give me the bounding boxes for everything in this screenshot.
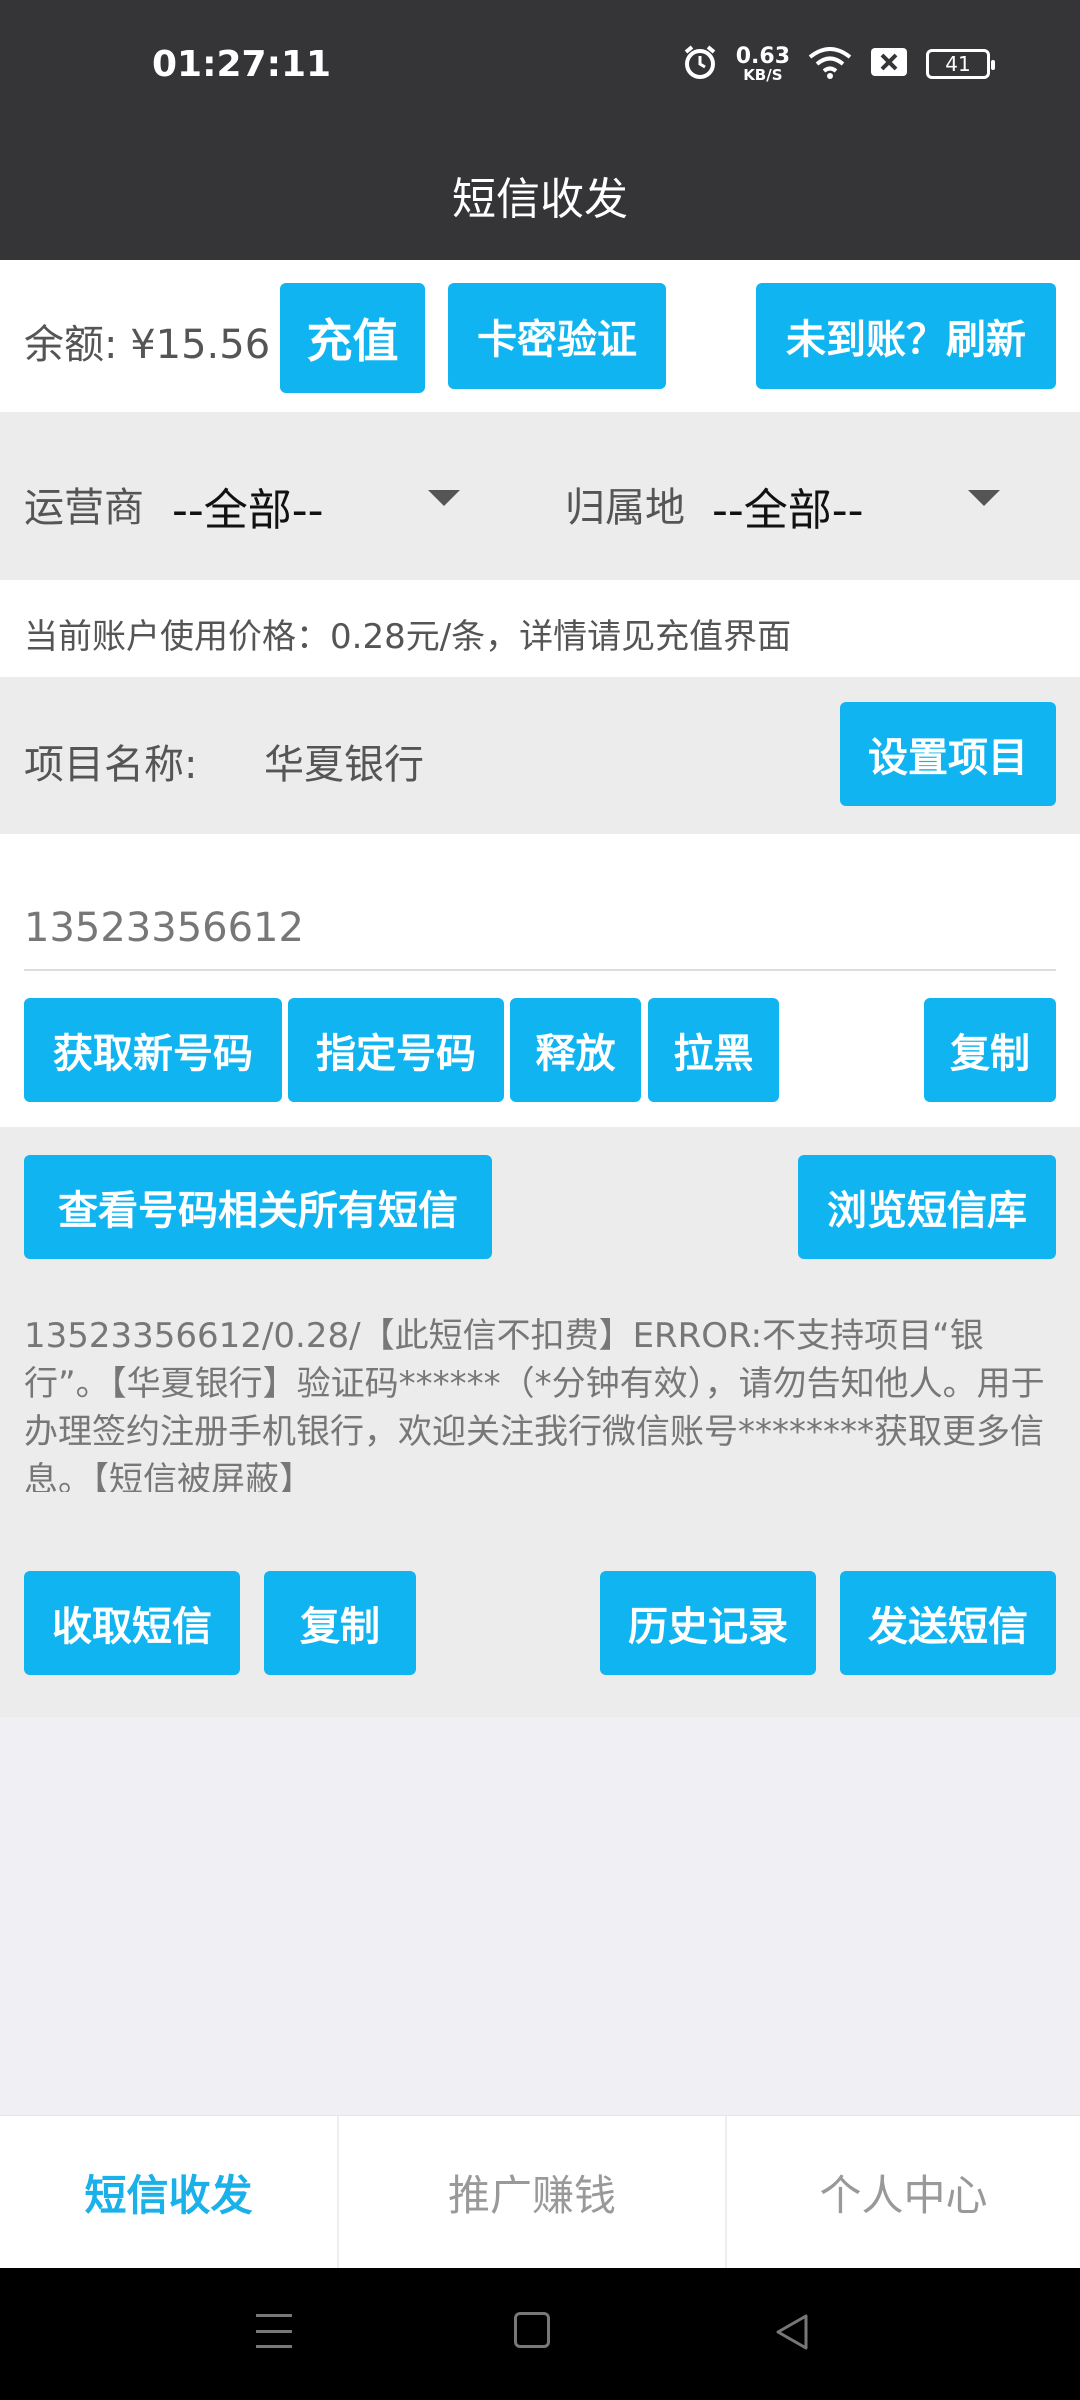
region-dropdown-arrow-icon	[968, 490, 1000, 506]
carrier-dropdown[interactable]: --全部--	[170, 452, 470, 542]
specify-number-button[interactable]: 指定号码	[288, 998, 504, 1102]
status-icons: 0.63 KB/S 41	[682, 43, 995, 84]
copy-number-button[interactable]: 复制	[924, 998, 1056, 1102]
tab-promotion[interactable]: 推广赚钱	[337, 2116, 725, 2268]
network-speed: 0.63 KB/S	[735, 43, 790, 84]
status-time: 01:27:11	[152, 44, 332, 85]
tab-sms[interactable]: 短信收发	[0, 2116, 337, 2268]
release-number-button[interactable]: 释放	[510, 998, 641, 1102]
alarm-icon	[682, 44, 718, 84]
carrier-label: 运营商	[24, 485, 144, 531]
region-dropdown[interactable]: --全部--	[710, 452, 1010, 542]
empty-area	[0, 1717, 1080, 2115]
tab-profile[interactable]: 个人中心	[725, 2116, 1080, 2268]
project-row: 项目名称: 华夏银行 设置项目	[0, 677, 1080, 834]
recent-apps-icon[interactable]	[256, 2314, 292, 2348]
network-speed-value: 0.63	[735, 43, 790, 69]
sms-content: 13523356612/0.28/【此短信不扣费】ERROR:不支持项目“银行”…	[24, 1316, 1045, 1492]
view-all-sms-button[interactable]: 查看号码相关所有短信	[24, 1155, 492, 1259]
carrier-dropdown-arrow-icon	[428, 490, 460, 506]
price-notice: 当前账户使用价格：0.28元/条，详情请见充值界面	[24, 617, 792, 657]
balance-row: 余额: ¥15.56 充值 卡密验证 未到账？刷新	[0, 260, 1080, 412]
set-project-button[interactable]: 设置项目	[840, 702, 1056, 806]
region-dropdown-value: --全部--	[712, 485, 864, 536]
price-notice-row: 当前账户使用价格：0.28元/条，详情请见充值界面	[0, 580, 1080, 677]
phone-number-field[interactable]	[24, 887, 1056, 971]
wifi-icon	[808, 45, 852, 83]
get-new-number-button[interactable]: 获取新号码	[24, 998, 282, 1102]
sim-error-icon	[870, 47, 908, 81]
recharge-button[interactable]: 充值	[280, 283, 425, 393]
tab-sms-label: 短信收发	[84, 2170, 253, 2220]
blacklist-number-button[interactable]: 拉黑	[648, 998, 779, 1102]
battery-icon: 41	[926, 49, 995, 79]
project-label: 项目名称:	[24, 742, 198, 788]
browse-sms-library-button[interactable]: 浏览短信库	[798, 1155, 1056, 1259]
region-label: 归属地	[565, 485, 685, 531]
refresh-balance-button[interactable]: 未到账？刷新	[756, 283, 1056, 389]
history-button[interactable]: 历史记录	[600, 1571, 816, 1675]
page-title-bar: 短信收发	[0, 130, 1080, 260]
card-verify-button[interactable]: 卡密验证	[448, 283, 666, 389]
carrier-dropdown-value: --全部--	[172, 485, 324, 536]
bottom-tab-bar: 短信收发 推广赚钱 个人中心	[0, 2115, 1080, 2268]
filter-row: 运营商 --全部-- 归属地 --全部--	[0, 412, 1080, 580]
network-speed-unit: KB/S	[743, 65, 783, 84]
tab-profile-label: 个人中心	[819, 2170, 988, 2220]
back-icon[interactable]	[774, 2312, 810, 2356]
home-icon[interactable]	[514, 2312, 550, 2348]
page-title: 短信收发	[452, 174, 628, 225]
tab-promotion-label: 推广赚钱	[447, 2170, 616, 2220]
receive-sms-button[interactable]: 收取短信	[24, 1571, 240, 1675]
copy-sms-button[interactable]: 复制	[264, 1571, 416, 1675]
balance-label: 余额: ¥15.56	[24, 322, 271, 368]
status-bar: 01:27:11 0.63 KB/S 41	[0, 0, 1080, 130]
project-value: 华夏银行	[264, 742, 424, 788]
send-sms-button[interactable]: 发送短信	[840, 1571, 1056, 1675]
battery-level: 41	[945, 52, 971, 76]
